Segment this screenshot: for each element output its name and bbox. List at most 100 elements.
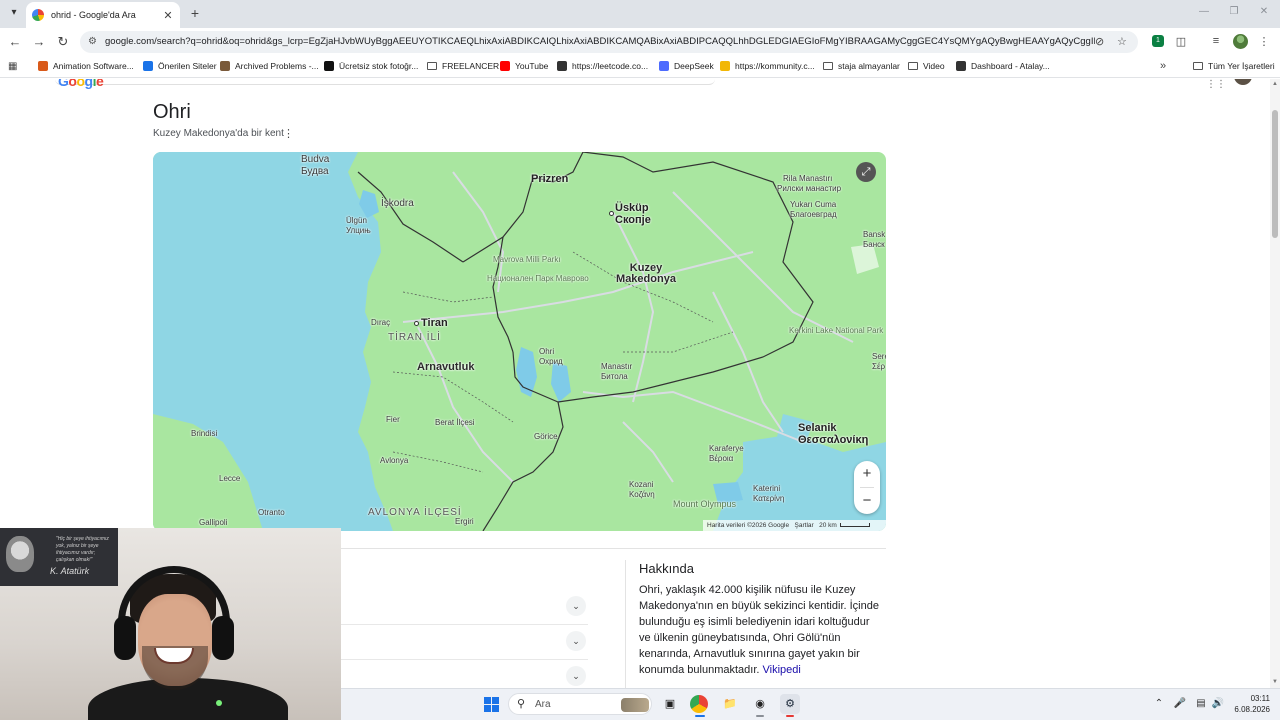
- location-map[interactable]: Budva Будва Prizren Üsküp Скопје İşkodra…: [153, 152, 886, 531]
- bookmark-label: https://leetcode.co...: [572, 61, 649, 71]
- steam-icon[interactable]: ⚙: [780, 694, 800, 714]
- bookmark-item[interactable]: FREELANCER: [427, 61, 499, 71]
- city-label-ulgun: Ülgün: [346, 216, 367, 225]
- city-label-brindisi: Brindisi: [191, 429, 218, 438]
- browser-toolbar: ← → ↻ ⚙ google.com/search?q=ohrid&oq=ohr…: [0, 28, 1280, 56]
- volume-icon[interactable]: 🔊: [1211, 698, 1225, 709]
- bookmark-item[interactable]: Animation Software...: [38, 61, 134, 71]
- bookmark-item[interactable]: https://kommunity.c...: [720, 61, 815, 71]
- deepseek-icon: [659, 61, 669, 71]
- bookmark-item[interactable]: Archived Problems -...: [220, 61, 319, 71]
- menu-kebab-icon[interactable]: ⋮: [1257, 35, 1271, 48]
- media-control-icon[interactable]: ≡: [1209, 35, 1223, 47]
- tab-title: ohrid - Google'da Ara: [51, 10, 136, 20]
- expand-chevron-icon[interactable]: ⌄: [566, 596, 586, 616]
- close-window-button[interactable]: ✕: [1257, 6, 1271, 17]
- minimize-button[interactable]: —: [1197, 6, 1211, 17]
- bookmark-item[interactable]: Önerilen Siteler: [143, 61, 217, 71]
- forward-button[interactable]: →: [31, 34, 47, 50]
- extension-badge-icon[interactable]: 1: [1152, 35, 1164, 47]
- profile-avatar[interactable]: [1233, 34, 1248, 49]
- taskbar-search[interactable]: ⚲ Ara: [508, 693, 652, 715]
- country-label-mk: Kuzey Makedonya: [601, 263, 691, 285]
- active-tab[interactable]: ohrid - Google'da Ara ✕: [26, 2, 180, 28]
- bookmark-item[interactable]: DeepSeek: [659, 61, 714, 71]
- city-label-tiran: Tiran: [421, 317, 448, 329]
- back-button[interactable]: ←: [7, 34, 23, 50]
- zoom-in-button[interactable]: +: [854, 461, 880, 487]
- microphone-icon[interactable]: 🎤: [1173, 698, 1187, 709]
- city-label-skopje-cyr: Скопје: [615, 214, 651, 226]
- google-favicon-icon: [32, 9, 44, 21]
- reload-button[interactable]: ↻: [55, 34, 71, 50]
- task-view-icon[interactable]: ▣: [660, 694, 680, 714]
- apps-grid-icon[interactable]: ▦: [8, 61, 17, 72]
- folder-icon: [427, 62, 437, 70]
- start-button-windows-icon[interactable]: [484, 697, 499, 712]
- bookmark-item[interactable]: Dashboard - Atalay...: [956, 61, 1050, 71]
- city-label-lecce: Lecce: [219, 474, 241, 483]
- city-label-avlonya: Avlonya: [380, 456, 409, 465]
- wall-poster: "Hiç bir şeye ihtiyacımız yok, yalnız bi…: [0, 528, 118, 586]
- bookmark-item[interactable]: Video: [908, 61, 945, 71]
- scroll-down-icon[interactable]: ▼: [1270, 679, 1280, 685]
- clock-time: 03:11: [1250, 694, 1270, 703]
- file-explorer-icon[interactable]: 📁: [720, 694, 740, 714]
- zoom-out-button[interactable]: −: [854, 488, 880, 514]
- city-label-otranto: Otranto: [258, 508, 285, 517]
- google-apps-icon[interactable]: ⋮⋮: [1206, 79, 1226, 90]
- folder-icon: [908, 62, 918, 70]
- google-logo[interactable]: Google: [58, 79, 104, 89]
- bookmark-item[interactable]: Ücretsiz stok fotoğr...: [324, 61, 418, 71]
- network-icon[interactable]: ▤: [1194, 698, 1208, 709]
- map-terms-link[interactable]: Şartlar: [795, 522, 814, 529]
- expand-chevron-icon[interactable]: ⌄: [566, 666, 586, 686]
- bookmark-item[interactable]: YouTube: [500, 61, 548, 71]
- column-divider: [625, 560, 626, 688]
- wikipedia-link[interactable]: Vikipedi: [763, 664, 801, 676]
- city-label-berat: Berat İlçesi: [435, 418, 475, 427]
- eye-off-icon[interactable]: ⊘: [1095, 35, 1104, 48]
- about-heading: Hakkında: [639, 561, 694, 576]
- city-label-katerini: Katerini: [753, 484, 781, 493]
- site-info-icon[interactable]: ⚙: [88, 36, 97, 47]
- url-text: google.com/search?q=ohrid&oq=ohrid&gs_lc…: [105, 36, 1095, 47]
- city-label-yukari-cuma: Yukarı Cuma: [790, 200, 837, 209]
- bookmark-item[interactable]: https://leetcode.co...: [557, 61, 648, 71]
- region-label-vlora: AVLONYA İLÇESİ: [368, 507, 462, 518]
- new-tab-button[interactable]: +: [187, 5, 203, 21]
- bookmark-label: Dashboard - Atalay...: [971, 61, 1050, 71]
- address-bar[interactable]: ⚙ google.com/search?q=ohrid&oq=ohrid&gs_…: [80, 31, 1138, 53]
- bookmark-label: staja almayanlar: [838, 61, 900, 71]
- maximize-button[interactable]: ❐: [1227, 6, 1241, 17]
- city-dot-tiran: [414, 321, 419, 326]
- bookmark-item[interactable]: staja almayanlar: [823, 61, 900, 71]
- city-label-kozani-gr: Κοζάνη: [629, 490, 655, 499]
- expand-map-icon[interactable]: ⤢: [856, 162, 876, 182]
- all-bookmarks-button[interactable]: Tüm Yer İşaretleri: [1193, 61, 1275, 71]
- expand-chevron-icon[interactable]: ⌄: [566, 631, 586, 651]
- bookmark-star-icon[interactable]: ☆: [1117, 35, 1127, 48]
- tab-search-button[interactable]: ▾: [6, 5, 22, 21]
- city-label-karaferye-gr: Βέροια: [709, 454, 734, 463]
- scroll-thumb[interactable]: [1272, 110, 1278, 238]
- zoom-controls: + −: [854, 461, 880, 514]
- search-box-edge[interactable]: [55, 79, 715, 85]
- extensions-puzzle-icon[interactable]: ◫: [1174, 35, 1188, 48]
- chrome-icon[interactable]: [690, 695, 708, 713]
- more-bookmarks-icon[interactable]: »: [1160, 60, 1166, 72]
- system-clock[interactable]: 03:11 6.08.2026: [1226, 693, 1270, 715]
- obs-icon[interactable]: ◉: [750, 694, 770, 714]
- city-dot-uskup: [609, 211, 614, 216]
- headset-cup-left: [114, 616, 136, 660]
- scroll-up-icon[interactable]: ▲: [1270, 81, 1280, 87]
- tray-overflow-icon[interactable]: ⌃: [1152, 698, 1166, 709]
- city-label-yukari-cuma-cyr: Благоевград: [790, 210, 837, 219]
- row-divider: [341, 624, 588, 625]
- portrait-image: [6, 536, 34, 572]
- close-tab-icon[interactable]: ✕: [162, 9, 174, 22]
- city-label-budva-cyr: Будва: [301, 166, 329, 177]
- search-placeholder: Ara: [535, 699, 551, 710]
- more-options-icon[interactable]: ⋮: [283, 127, 294, 140]
- account-avatar[interactable]: [1234, 79, 1252, 85]
